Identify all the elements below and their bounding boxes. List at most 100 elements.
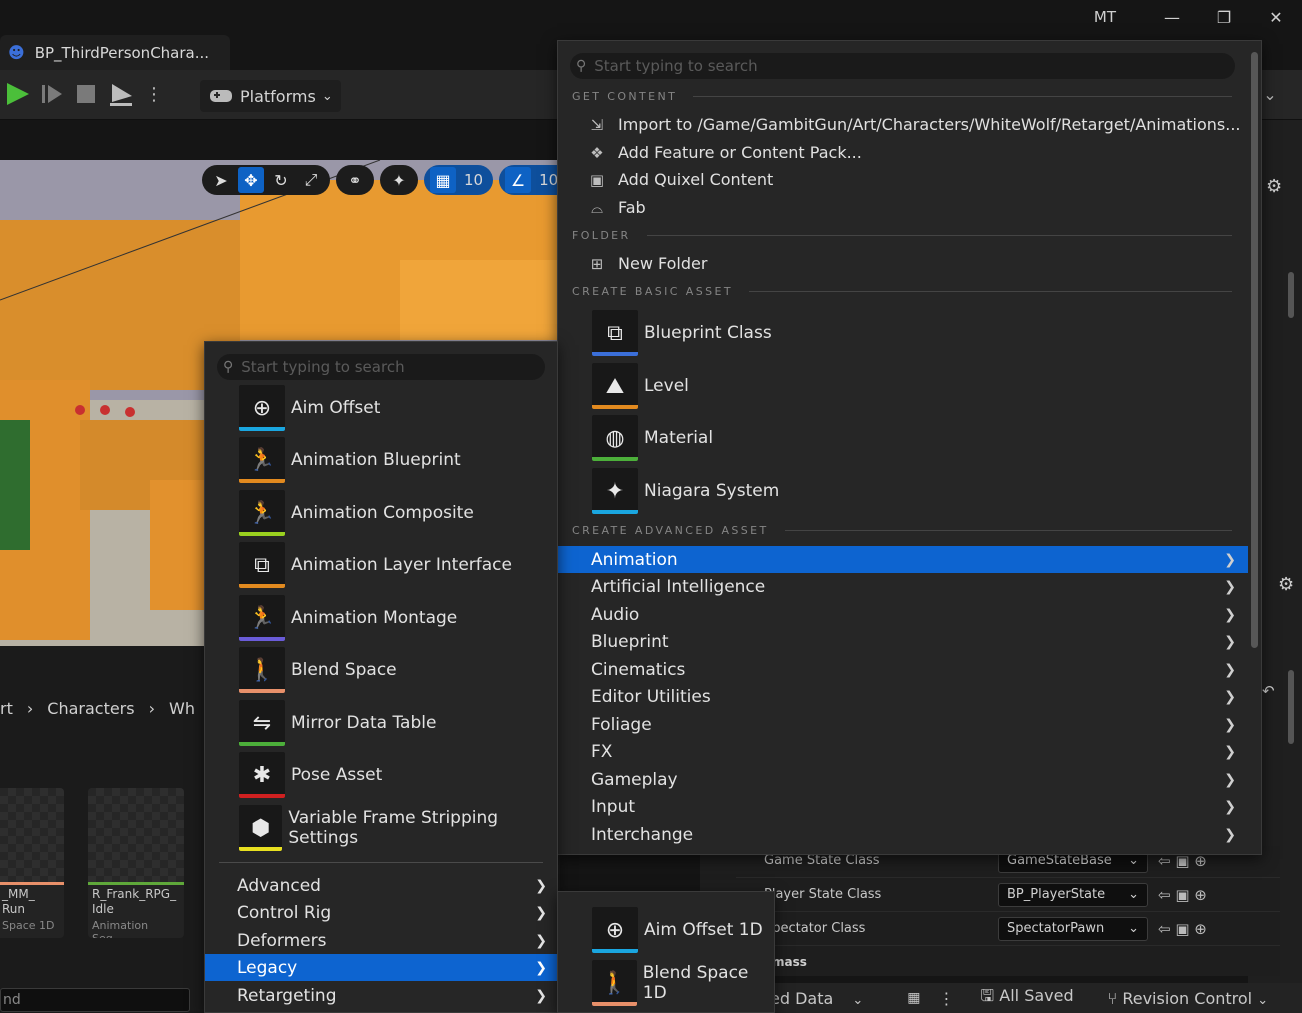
blend-space-icon: 🚶: [239, 647, 285, 693]
asset-item-blend-space-1d[interactable]: 🚶 Blend Space 1D: [592, 959, 774, 1007]
breadcrumb-item[interactable]: Wh: [169, 699, 195, 718]
asset-tile[interactable]: _MM_ Run Space 1D: [0, 788, 64, 938]
search-input[interactable]: nd: [0, 988, 190, 1012]
close-button[interactable]: ✕: [1250, 8, 1302, 27]
menu-item-quixel[interactable]: ▣ Add Quixel Content: [588, 170, 773, 189]
asset-item-frame-stripping[interactable]: ⬢ Variable Frame Stripping Settings: [239, 804, 557, 852]
world-local-toggle[interactable]: ⚭: [336, 165, 374, 195]
aim-offset-icon: ⊕: [592, 907, 638, 953]
asset-name: _MM_ Run: [2, 887, 35, 916]
asset-type: Animation Seq...: [92, 919, 149, 938]
submenu-category-legacy[interactable]: Legacy ❯: [205, 954, 557, 981]
category-gameplay[interactable]: Gameplay ❯: [558, 766, 1248, 793]
save-all-button[interactable]: 🖫 All Saved: [981, 985, 1074, 1012]
play-button[interactable]: [0, 78, 34, 110]
class-dropdown[interactable]: SpectatorPawn ⌄: [998, 916, 1148, 941]
chevron-right-icon: ❯: [535, 877, 547, 894]
more-icon[interactable]: ⋮: [145, 78, 163, 110]
grid-snap[interactable]: ▦ 10: [424, 165, 494, 195]
menu-scrollbar[interactable]: [1251, 52, 1258, 648]
category-cinematics[interactable]: Cinematics ❯: [558, 656, 1248, 683]
gear-icon[interactable]: ⚙: [1266, 176, 1282, 197]
asset-item-mirror-data-table[interactable]: ⇋ Mirror Data Table: [239, 699, 436, 747]
menu-item-feature-pack[interactable]: ❖ Add Feature or Content Pack...: [588, 143, 862, 162]
row-actions[interactable]: ⇦ ▣ ⊕: [1158, 920, 1207, 938]
platforms-button[interactable]: Platforms ⌄: [200, 80, 341, 112]
chevron-right-icon: ❯: [1224, 688, 1236, 705]
asset-item-animation-blueprint[interactable]: 🏃 Animation Blueprint: [239, 436, 461, 484]
section-header[interactable]: mass: [772, 955, 807, 969]
scale-icon[interactable]: ⤢: [298, 167, 324, 193]
category-interchange[interactable]: Interchange ❯: [558, 821, 1248, 848]
step-button[interactable]: [38, 78, 66, 110]
category-fx[interactable]: FX ❯: [558, 738, 1248, 765]
submenu-category-advanced[interactable]: Advanced ❯: [205, 872, 557, 899]
asset-item-aim-offset-1d[interactable]: ⊕ Aim Offset 1D: [592, 906, 763, 954]
search-input[interactable]: ⚲ Start typing to search: [217, 354, 545, 380]
chevron-down-icon: ⌄: [1128, 921, 1139, 936]
animation-submenu: ⚲ Start typing to search ⊕ Aim Offset 🏃 An…: [204, 341, 558, 1013]
rotate-icon[interactable]: ↻: [268, 167, 294, 193]
reset-icon[interactable]: ↶: [1262, 682, 1275, 700]
eject-button[interactable]: [106, 78, 136, 110]
menu-item-fab[interactable]: ⌓ Fab: [588, 198, 646, 217]
chevron-right-icon: ›: [148, 698, 155, 718]
restore-button[interactable]: ❐: [1198, 8, 1250, 27]
snap-icon: ✦: [392, 170, 406, 190]
menu-item-new-folder[interactable]: ⊞ New Folder: [588, 254, 708, 273]
scrollbar[interactable]: [1288, 670, 1294, 744]
user-initials[interactable]: MT: [1094, 8, 1116, 26]
select-icon[interactable]: ➤: [208, 167, 234, 193]
move-icon[interactable]: ✥: [238, 167, 264, 193]
asset-item-blueprint-class[interactable]: ⧉ Blueprint Class: [592, 309, 772, 357]
asset-item-pose-asset[interactable]: ✱ Pose Asset: [239, 751, 382, 799]
derived-data-button[interactable]: ed Data ⌄: [770, 989, 863, 1008]
gear-icon[interactable]: ⚙: [1278, 574, 1294, 595]
trace-icon[interactable]: ▦: [907, 990, 920, 1006]
more-icon[interactable]: ⋮: [939, 989, 955, 1008]
category-blueprint[interactable]: Blueprint ❯: [558, 628, 1248, 655]
asset-item-animation-montage[interactable]: 🏃 Animation Montage: [239, 594, 457, 642]
category-input[interactable]: Input ❯: [558, 793, 1248, 820]
tab-title: BP_ThirdPersonChara...: [34, 43, 210, 62]
search-placeholder: Start typing to search: [241, 358, 405, 376]
asset-item-animation-layer-interface[interactable]: ⧉ Animation Layer Interface: [239, 541, 512, 589]
asset-item-material[interactable]: ◍ Material: [592, 414, 713, 462]
asset-item-level[interactable]: ⛰ Level: [592, 362, 689, 410]
category-animation[interactable]: Animation ❯: [558, 546, 1248, 573]
asset-item-blend-space[interactable]: 🚶 Blend Space: [239, 646, 397, 694]
scrollbar[interactable]: [1288, 272, 1294, 318]
search-input[interactable]: ⚲ Start typing to search: [570, 53, 1235, 79]
submenu-category-retargeting[interactable]: Retargeting ❯: [205, 982, 557, 1009]
chevron-right-icon: ❯: [1224, 551, 1236, 568]
chevron-down-icon: ⌄: [852, 992, 864, 1008]
row-actions[interactable]: ⇦ ▣ ⊕: [1158, 886, 1207, 904]
chevron-right-icon: ❯: [1224, 798, 1236, 815]
category-foliage[interactable]: Foliage ❯: [558, 711, 1248, 738]
category-audio[interactable]: Audio ❯: [558, 601, 1248, 628]
submenu-category-control-rig[interactable]: Control Rig ❯: [205, 899, 557, 926]
category-ai[interactable]: Artificial Intelligence ❯: [558, 573, 1248, 600]
stop-button[interactable]: [72, 78, 100, 110]
revision-control-button[interactable]: ⑂ Revision Control ⌄: [1108, 989, 1269, 1008]
class-dropdown[interactable]: BP_PlayerState ⌄: [998, 882, 1148, 907]
frame-stripping-icon: ⬢: [239, 805, 283, 851]
asset-item-niagara[interactable]: ✦ Niagara System: [592, 467, 779, 515]
asset-item-aim-offset[interactable]: ⊕ Aim Offset: [239, 384, 380, 432]
breadcrumb-item[interactable]: rt: [0, 699, 13, 718]
details-row: Player State Class BP_PlayerState ⌄ ⇦ ▣ ⊕: [736, 878, 1280, 912]
editor-tab[interactable]: ☻ BP_ThirdPersonChara...: [0, 35, 230, 70]
details-row: Spectator Class SpectatorPawn ⌄ ⇦ ▣ ⊕: [736, 912, 1280, 946]
menu-item-import[interactable]: ⇲ Import to /Game/GambitGun/Art/Character…: [588, 115, 1241, 134]
chevron-right-icon: ❯: [1224, 826, 1236, 843]
search-icon: ⚲: [223, 359, 234, 375]
animation-montage-icon: 🏃: [239, 595, 285, 641]
minimize-button[interactable]: —: [1146, 8, 1198, 27]
surface-snap-toggle[interactable]: ✦: [380, 165, 418, 195]
submenu-category-deformers[interactable]: Deformers ❯: [205, 927, 557, 954]
search-icon: ⚲: [576, 58, 587, 74]
asset-item-animation-composite[interactable]: 🏃 Animation Composite: [239, 489, 474, 537]
category-editor-utilities[interactable]: Editor Utilities ❯: [558, 683, 1248, 710]
breadcrumb-item[interactable]: Characters: [47, 699, 134, 718]
asset-tile[interactable]: R_Frank_RPG_ Idle Animation Seq...: [88, 788, 184, 938]
